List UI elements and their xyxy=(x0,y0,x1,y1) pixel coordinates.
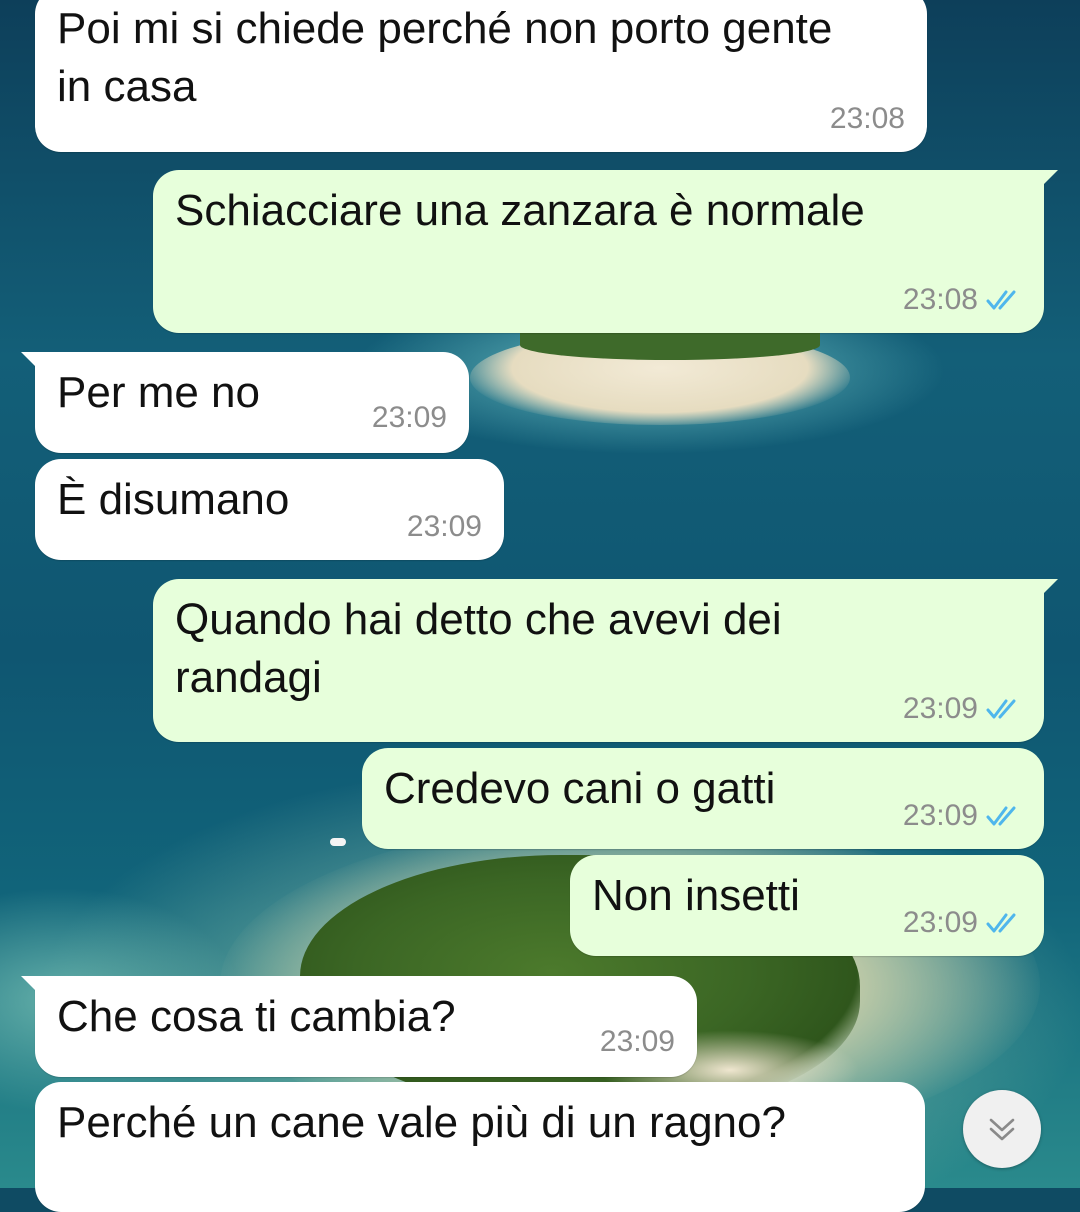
message-meta: 23:09 xyxy=(407,510,482,544)
message-bubble-outgoing[interactable]: Schiacciare una zanzara è normale 23:08 xyxy=(153,170,1058,333)
message-bubble-incoming[interactable]: Poi mi si chiede perché non porto gente … xyxy=(35,0,927,152)
message-bubble-outgoing[interactable]: Credevo cani o gatti 23:09 xyxy=(362,748,1044,849)
bubble-tail xyxy=(1038,579,1058,599)
message-time: 23:08 xyxy=(829,102,905,135)
message-bubble-outgoing[interactable]: Quando hai detto che avevi dei randagi 2… xyxy=(153,579,1058,742)
message-bubble-incoming[interactable]: Che cosa ti cambia? 23:09 xyxy=(21,976,697,1077)
double-check-read-icon xyxy=(986,806,1016,826)
double-check-read-icon xyxy=(986,913,1016,933)
message-meta: 23:09 xyxy=(903,692,1022,726)
message-meta: 23:09 xyxy=(600,1025,675,1059)
double-chevron-down-icon xyxy=(989,1118,1015,1141)
message-text: Poi mi si chiede perché non porto gente … xyxy=(57,4,833,111)
message-list: Poi mi si chiede perché non porto gente … xyxy=(0,0,1080,1212)
bubble-tail xyxy=(1038,170,1058,190)
double-check-read-icon xyxy=(986,290,1016,310)
message-bubble-outgoing[interactable]: Non insetti 23:09 xyxy=(570,855,1044,956)
message-text: Perché un cane vale più di un ragno? xyxy=(57,1098,786,1147)
message-time: 23:08 xyxy=(902,283,978,316)
message-text: Quando hai detto che avevi dei randagi xyxy=(175,595,782,702)
message-time: 23:09 xyxy=(902,692,978,725)
message-meta: 23:09 xyxy=(903,799,1022,833)
message-meta: 23:09 xyxy=(372,401,447,435)
scroll-to-bottom-button[interactable] xyxy=(963,1090,1041,1168)
message-time: 23:09 xyxy=(406,510,482,543)
message-time: 23:09 xyxy=(599,1025,675,1058)
message-time: 23:09 xyxy=(371,401,447,434)
message-time: 23:09 xyxy=(902,906,978,939)
message-text: Che cosa ti cambia? xyxy=(57,992,456,1041)
message-meta: 23:09 xyxy=(903,906,1022,940)
bubble-tail xyxy=(21,976,41,996)
message-bubble-incoming[interactable]: È disumano 23:09 xyxy=(35,459,504,560)
double-check-read-icon xyxy=(986,699,1016,719)
bubble-tail xyxy=(21,352,41,372)
message-bubble-incoming[interactable]: Perché un cane vale più di un ragno? xyxy=(35,1082,925,1212)
message-text: Schiacciare una zanzara è normale xyxy=(175,186,865,235)
message-meta: 23:08 xyxy=(903,283,1022,317)
message-bubble-incoming[interactable]: Per me no 23:09 xyxy=(21,352,469,453)
message-time: 23:09 xyxy=(902,799,978,832)
message-meta: 23:08 xyxy=(830,102,905,136)
